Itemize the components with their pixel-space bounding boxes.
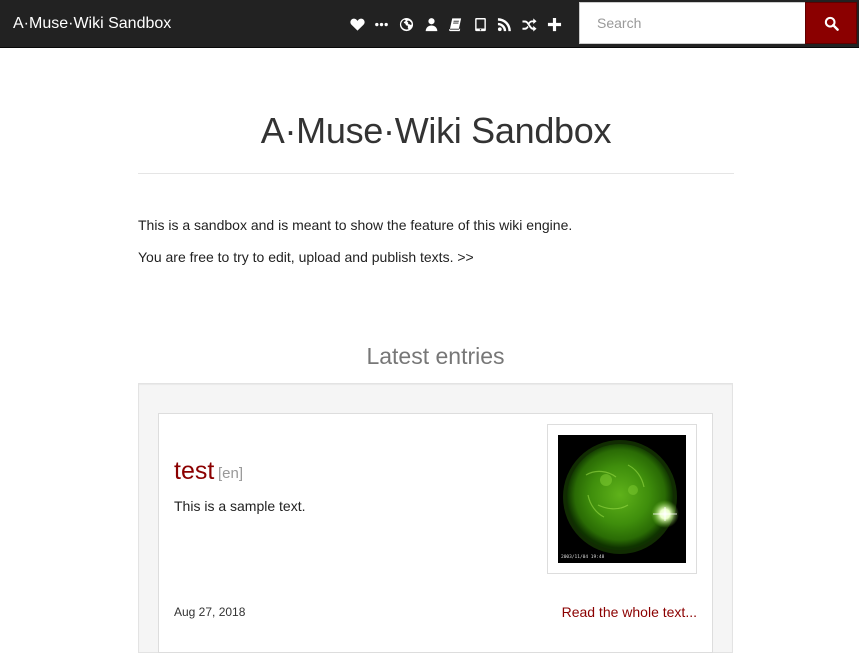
navbar: A·Muse·Wiki Sandbox: [0, 0, 859, 48]
user-icon[interactable]: [419, 13, 444, 35]
tablet-icon[interactable]: [468, 13, 493, 35]
sun-image: [558, 435, 686, 563]
header-divider: [138, 173, 734, 174]
intro-text-2: You are free to try to edit, upload and …: [138, 249, 474, 265]
read-more-link[interactable]: Read the whole text...: [540, 603, 697, 621]
entry-language: [en]: [218, 465, 244, 482]
page-title: A·Muse·Wiki Sandbox: [260, 110, 612, 151]
nav-icons: [345, 13, 566, 35]
heart-icon[interactable]: [345, 13, 370, 35]
latest-entries-title: Latest entries: [366, 343, 505, 369]
random-icon[interactable]: [517, 13, 542, 35]
ellipsis-icon[interactable]: [370, 13, 395, 35]
navbar-brand[interactable]: A·Muse·Wiki Sandbox: [13, 14, 171, 34]
books-icon[interactable]: [443, 13, 468, 35]
intro-text-1: This is a sandbox and is meant to show t…: [138, 217, 573, 233]
entry-title-link[interactable]: test: [174, 455, 214, 487]
rss-icon[interactable]: [493, 13, 518, 35]
search-input[interactable]: [579, 2, 805, 44]
globe-icon[interactable]: [394, 13, 419, 35]
plus-icon[interactable]: [542, 13, 567, 35]
thumbnail-caption: 2003/11/04 19:48: [561, 555, 605, 560]
search-button[interactable]: [805, 2, 857, 44]
search-icon: [824, 16, 839, 31]
entry-date: Aug 27, 2018: [174, 605, 246, 619]
entry-description: This is a sample text.: [174, 498, 306, 514]
entry-thumbnail[interactable]: 2003/11/04 19:48: [558, 435, 686, 563]
